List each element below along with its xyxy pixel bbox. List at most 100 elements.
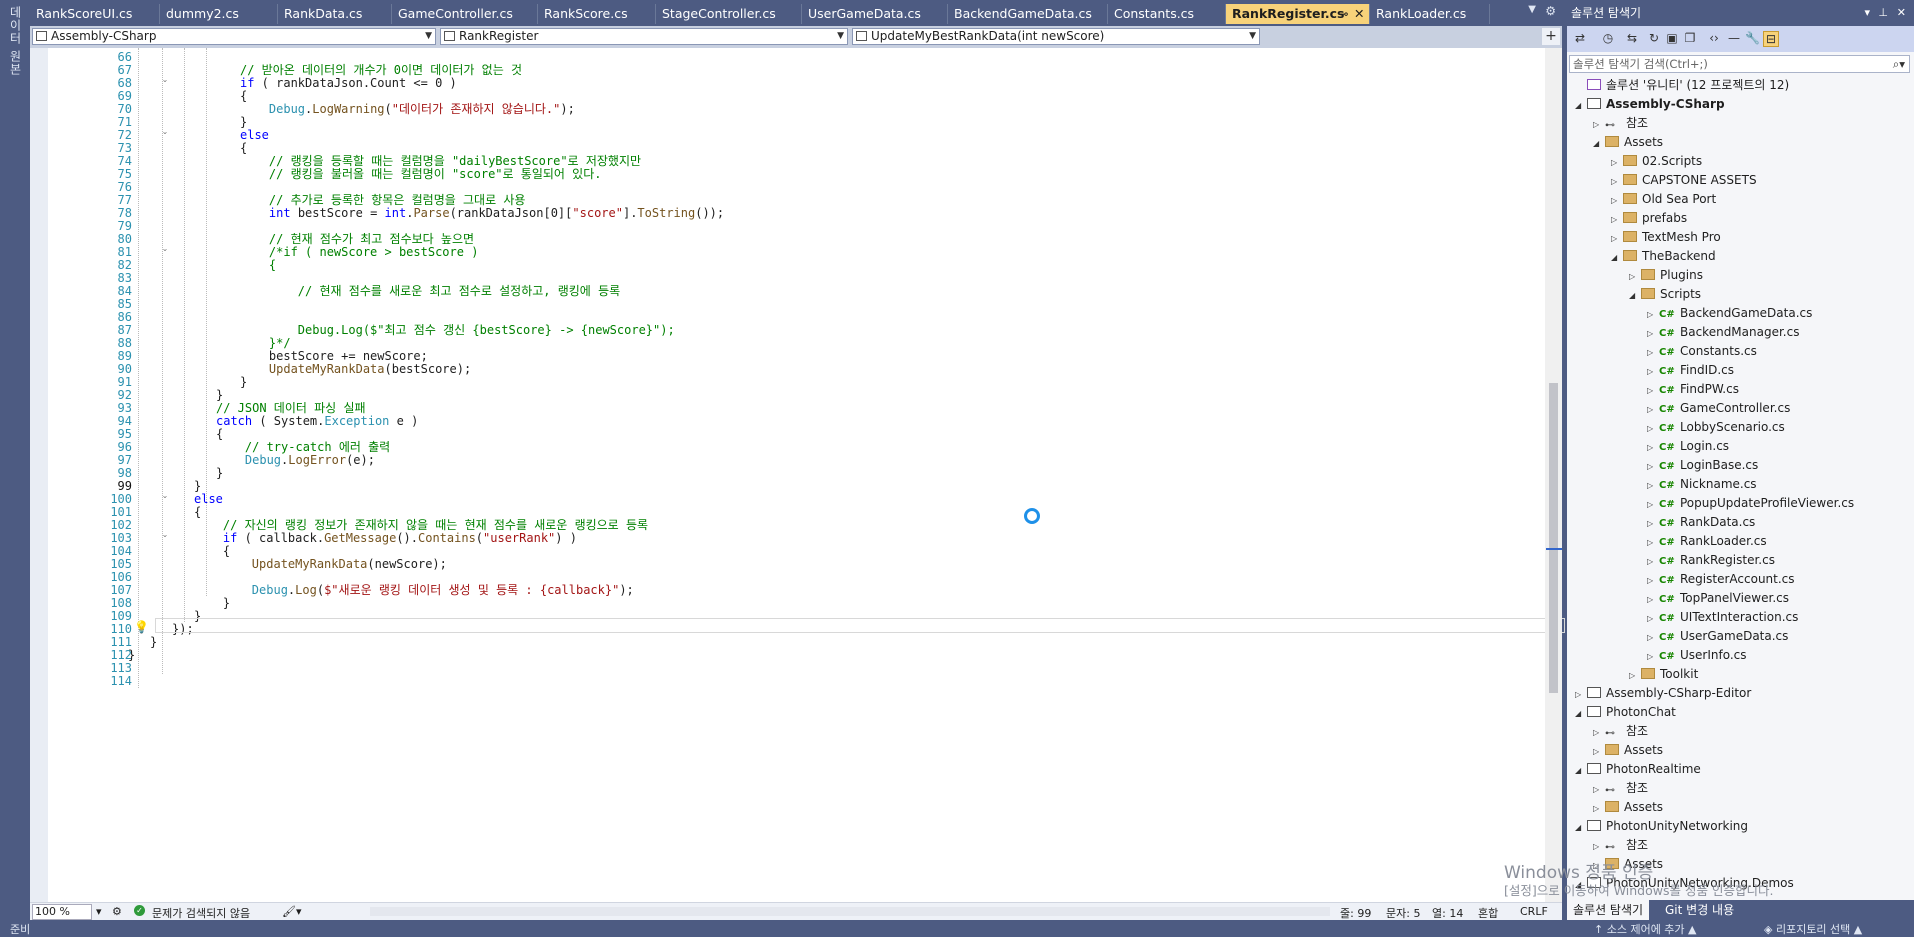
lightbulb-icon[interactable]: 💡: [134, 620, 149, 634]
data-source-tab[interactable]: 데이터 원본: [7, 6, 24, 76]
tree-item[interactable]: ▷ ⊷ 참조: [1593, 722, 1648, 741]
view-code-icon[interactable]: ‹›: [1707, 31, 1721, 45]
refresh-icon[interactable]: ↻: [1647, 31, 1661, 45]
collapsed-arrow-icon[interactable]: ▷: [1647, 533, 1659, 552]
tree-item[interactable]: ▷ C# TopPanelViewer.cs: [1647, 589, 1789, 608]
code-line[interactable]: // 현재 점수를 새로운 최고 점수로 설정하고, 랭킹에 등록: [240, 283, 620, 299]
code-line[interactable]: Debug.LogError(e);: [216, 452, 375, 468]
tab-solution-explorer[interactable]: 솔루션 탐색기: [1567, 900, 1650, 920]
expanded-arrow-icon[interactable]: ◢: [1629, 286, 1641, 305]
line-ending-indicator[interactable]: CRLF: [1520, 905, 1548, 918]
code-line[interactable]: // 랭킹을 불러올 때는 컬럼명이 "score"로 통일되어 있다.: [240, 166, 602, 182]
tree-item[interactable]: ▷ C# FindID.cs: [1647, 361, 1734, 380]
collapsed-arrow-icon[interactable]: ▷: [1647, 495, 1659, 514]
tree-item[interactable]: ◢ PhotonUnityNetworking: [1575, 817, 1748, 836]
zoom-dropdown[interactable]: 100 %: [32, 904, 92, 920]
code-line[interactable]: if ( callback.GetMessage().Contains("use…: [194, 530, 577, 546]
tree-item[interactable]: ▷ C# RankRegister.cs: [1647, 551, 1775, 570]
tree-item[interactable]: ▷ C# LoginBase.cs: [1647, 456, 1758, 475]
collapsed-arrow-icon[interactable]: ▷: [1575, 685, 1587, 704]
collapsed-arrow-icon[interactable]: ▷: [1647, 381, 1659, 400]
collapsed-arrow-icon[interactable]: ▷: [1647, 514, 1659, 533]
tree-item[interactable]: ▷ C# GameController.cs: [1647, 399, 1790, 418]
code-line[interactable]: catch ( System.Exception e ): [216, 413, 418, 429]
tree-item[interactable]: ◢ Scripts: [1629, 285, 1701, 304]
collapsed-arrow-icon[interactable]: ▷: [1611, 191, 1623, 210]
tree-item[interactable]: ▷ TextMesh Pro: [1611, 228, 1721, 247]
collapsed-arrow-icon[interactable]: ▷: [1593, 115, 1605, 134]
tab-dummy2-cs[interactable]: dummy2.cs: [160, 4, 278, 24]
tree-item[interactable]: ▷ C# UITextInteraction.cs: [1647, 608, 1798, 627]
tree-item[interactable]: ▷ C# PopupUpdateProfileViewer.cs: [1647, 494, 1854, 513]
code-line[interactable]: }: [216, 465, 223, 481]
code-line[interactable]: {: [240, 257, 276, 273]
pin-icon[interactable]: ⊥: [1878, 0, 1888, 26]
code-line[interactable]: UpdateMyRankData(newScore);: [194, 556, 447, 572]
collapsed-arrow-icon[interactable]: ▷: [1647, 324, 1659, 343]
collapsed-arrow-icon[interactable]: ▷: [1647, 343, 1659, 362]
code-line[interactable]: UpdateMyRankData(bestScore);: [240, 361, 471, 377]
tab-rankscore-cs[interactable]: RankScore.cs: [538, 4, 656, 24]
tab-backendgamedata-cs[interactable]: BackendGameData.cs: [948, 4, 1108, 24]
collapsed-arrow-icon[interactable]: ▷: [1593, 742, 1605, 761]
tab-rankdata-cs[interactable]: RankData.cs: [278, 4, 392, 24]
tree-item[interactable]: ▷ C# BackendGameData.cs: [1647, 304, 1812, 323]
collapsed-arrow-icon[interactable]: ▷: [1629, 666, 1641, 685]
collapsed-arrow-icon[interactable]: ▷: [1647, 628, 1659, 647]
whitespace-indicator[interactable]: 혼합: [1478, 905, 1498, 921]
collapsed-arrow-icon[interactable]: ▷: [1647, 305, 1659, 324]
tree-item[interactable]: ▷ Assembly-CSharp-Editor: [1575, 684, 1751, 703]
expanded-arrow-icon[interactable]: ◢: [1575, 704, 1587, 723]
search-icon[interactable]: ⌕▾: [1893, 56, 1905, 72]
zoom-chevron-icon[interactable]: ▾: [96, 905, 102, 918]
vertical-scrollbar[interactable]: [1545, 48, 1562, 902]
collapsed-arrow-icon[interactable]: ▷: [1647, 438, 1659, 457]
tab-gamecontroller-cs[interactable]: GameController.cs: [392, 4, 538, 24]
collapse-all-icon[interactable]: ▣: [1665, 31, 1679, 45]
sync-icon[interactable]: ⇆: [1625, 31, 1639, 45]
scrollbar-thumb[interactable]: [1549, 383, 1558, 693]
project-dropdown[interactable]: Assembly-CSharp ▼: [32, 28, 436, 45]
tab-rankloader-cs[interactable]: RankLoader.cs: [1370, 4, 1490, 24]
gear-icon[interactable]: ⚙: [1545, 4, 1556, 18]
collapsed-arrow-icon[interactable]: ▷: [1647, 647, 1659, 666]
show-all-files-icon[interactable]: ❐: [1683, 31, 1697, 45]
expanded-arrow-icon[interactable]: ◢: [1575, 818, 1587, 837]
tree-item[interactable]: ▷ C# Nickname.cs: [1647, 475, 1757, 494]
code-line[interactable]: if ( rankDataJson.Count <= 0 ): [240, 75, 457, 91]
tree-item[interactable]: ▷ C# UserInfo.cs: [1647, 646, 1747, 665]
history-icon[interactable]: ◷: [1601, 31, 1615, 45]
tree-item[interactable]: ▷ CAPSTONE ASSETS: [1611, 171, 1757, 190]
tree-item[interactable]: ▷ ⊷ 참조: [1593, 836, 1648, 855]
code-editor[interactable]: 66 67// 받아온 데이터의 개수가 0이면 데이터가 없는 것 68 ⌄ if (…: [30, 48, 1565, 902]
issues-status[interactable]: 문제가 검색되지 않음: [152, 905, 250, 921]
collapsed-arrow-icon[interactable]: ▷: [1647, 400, 1659, 419]
tree-item[interactable]: ▷ C# RegisterAccount.cs: [1647, 570, 1795, 589]
tree-item[interactable]: ▷ C# RankLoader.cs: [1647, 532, 1767, 551]
collapsed-arrow-icon[interactable]: ▷: [1593, 799, 1605, 818]
switch-views-icon[interactable]: ⇄: [1573, 31, 1587, 45]
solution-search-input[interactable]: 솔루션 탐색기 검색(Ctrl+;) ⌕▾: [1569, 55, 1910, 73]
preview-icon[interactable]: ⊟: [1763, 31, 1779, 47]
tree-item[interactable]: ▷ C# Constants.cs: [1647, 342, 1757, 361]
class-dropdown[interactable]: RankRegister ▼: [440, 28, 848, 45]
code-line[interactable]: }: [240, 374, 247, 390]
tree-item[interactable]: ▷ C# RankData.cs: [1647, 513, 1755, 532]
tree-item[interactable]: 솔루션 '유니티' (12 프로젝트의 12): [1575, 76, 1789, 95]
add-to-source-control[interactable]: ↑ 소스 제어에 추가 ▲: [1594, 921, 1697, 937]
collapsed-arrow-icon[interactable]: ▷: [1647, 590, 1659, 609]
tree-item[interactable]: ▷ C# FindPW.cs: [1647, 380, 1739, 399]
tab-constants-cs[interactable]: Constants.cs: [1108, 4, 1226, 24]
collapsed-arrow-icon[interactable]: ▷: [1647, 552, 1659, 571]
collapsed-arrow-icon[interactable]: ▷: [1647, 457, 1659, 476]
collapsed-arrow-icon[interactable]: ▷: [1647, 571, 1659, 590]
tree-item[interactable]: ◢ TheBackend: [1611, 247, 1716, 266]
collapsed-arrow-icon[interactable]: ▷: [1593, 723, 1605, 742]
collapsed-arrow-icon[interactable]: ▷: [1593, 837, 1605, 856]
collapsed-arrow-icon[interactable]: ▷: [1647, 362, 1659, 381]
tree-item[interactable]: ▷ prefabs: [1611, 209, 1687, 228]
collapsed-arrow-icon[interactable]: ▷: [1647, 609, 1659, 628]
collapsed-arrow-icon[interactable]: ▷: [1647, 419, 1659, 438]
code-line[interactable]: Debug.LogWarning("데이터가 존재하지 않습니다.");: [240, 101, 575, 117]
code-line[interactable]: Debug.Log($"최고 점수 갱신 {bestScore} -> {new…: [240, 322, 675, 338]
